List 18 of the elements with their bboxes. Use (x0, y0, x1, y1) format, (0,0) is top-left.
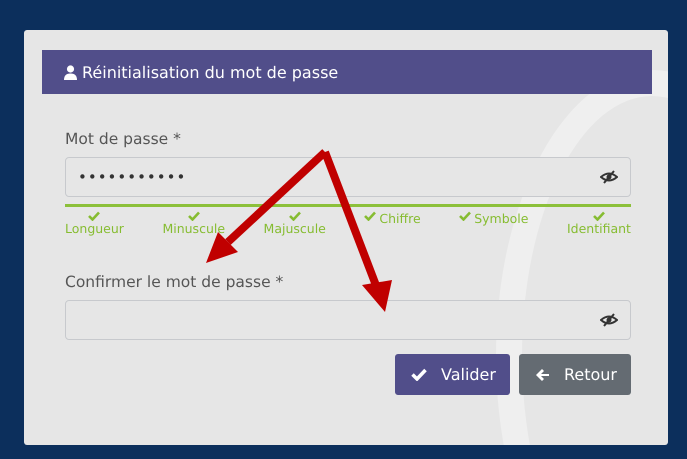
hidden-eye-icon[interactable] (600, 170, 618, 184)
user-icon (64, 64, 77, 80)
panel-title: Réinitialisation du mot de passe (82, 62, 338, 82)
rule-label: Symbole (474, 211, 528, 226)
password-field[interactable]: ••••••••••• (65, 157, 631, 197)
rule-label: Majuscule (264, 221, 326, 236)
back-button[interactable]: Retour (518, 354, 631, 395)
check-icon (410, 368, 427, 381)
left-arrow-icon (534, 368, 550, 382)
rule-label: Longueur (65, 221, 124, 236)
confirm-password-field[interactable] (65, 300, 631, 340)
validate-button[interactable]: Valider (394, 354, 510, 395)
field-label: Confirmer le mot de passe * (65, 273, 284, 291)
hidden-eye-icon[interactable] (600, 313, 618, 327)
rule-label: Chiffre (379, 211, 421, 226)
field-label: Mot de passe * (65, 130, 181, 148)
rule-label: Identifiant (566, 221, 631, 236)
rule-label: Minuscule (162, 221, 226, 236)
